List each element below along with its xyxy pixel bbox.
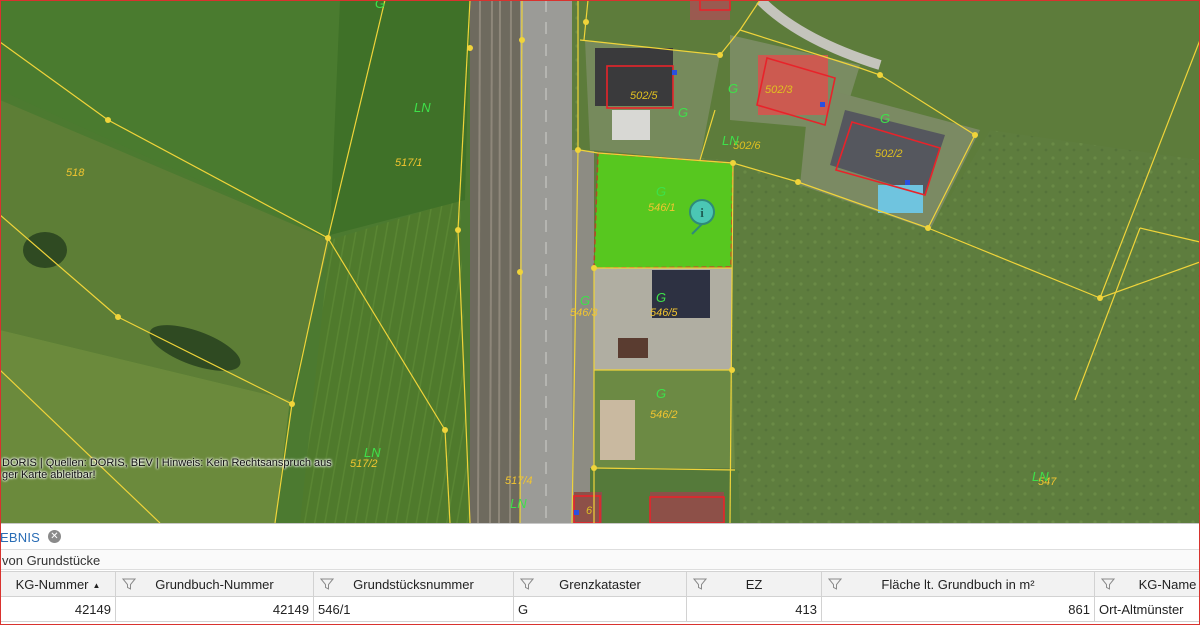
parcel-label: 546/5	[650, 307, 678, 319]
parcel-label: 546/3	[570, 307, 598, 319]
filter-icon[interactable]	[520, 577, 534, 591]
parcel-label: 546/1	[648, 202, 676, 214]
column-header-grundstuecksnummer[interactable]: Grundstücksnummer	[314, 572, 514, 597]
column-header-label: KG-Nummer	[16, 577, 89, 592]
column-header-grundbuch-nummer[interactable]: Grundbuch-Nummer	[116, 572, 314, 597]
aerial-map-canvas[interactable]: i	[0, 0, 1200, 523]
result-tab-bar: EBNIS ✕	[0, 524, 1200, 549]
column-header-label: Grundbuch-Nummer	[155, 577, 274, 592]
column-header-kg-name[interactable]: KG-Name	[1095, 572, 1200, 597]
land-use-label: G	[880, 111, 890, 126]
attribution-line: DORIS | Quellen: DORIS, BEV | Hinweis: K…	[2, 457, 332, 469]
table-row[interactable]: 42149 42149 546/1 G 413 861 Ort-Altmünst…	[1, 597, 1200, 622]
parcel-label: 546/2	[650, 409, 678, 421]
result-subtitle: von Grundstücke	[2, 553, 100, 568]
filter-icon[interactable]	[320, 577, 334, 591]
column-header-ez[interactable]: EZ	[687, 572, 822, 597]
land-use-label: LN	[510, 496, 527, 511]
land-use-label: G	[375, 0, 385, 11]
result-tab[interactable]: EBNIS	[0, 530, 40, 545]
filter-icon[interactable]	[1101, 577, 1115, 591]
land-use-label: LN	[364, 445, 381, 460]
cell-ez: 413	[687, 597, 822, 622]
result-table: KG-Nummer ▲ Grundbuch-Nummer Grundstücksn…	[0, 571, 1200, 622]
parcel-label: 517/4	[505, 475, 533, 487]
parcel-label: 502/2	[875, 148, 903, 160]
table-header-row: KG-Nummer ▲ Grundbuch-Nummer Grundstücksn…	[1, 572, 1200, 597]
column-header-label: EZ	[746, 577, 763, 592]
result-panel: EBNIS ✕ von Grundstücke KG-Nummer ▲ Grund…	[0, 523, 1200, 626]
cell-grundstuecksnummer: 546/1	[314, 597, 514, 622]
land-use-label: LN	[722, 133, 739, 148]
result-subtitle-bar: von Grundstücke	[0, 549, 1200, 570]
svg-text:i: i	[700, 205, 704, 220]
land-use-label: G	[656, 184, 666, 199]
cell-grundbuch-nummer: 42149	[116, 597, 314, 622]
column-header-label: Grenzkataster	[559, 577, 641, 592]
land-use-label: G	[678, 105, 688, 120]
parcel-label: 502/3	[765, 84, 793, 96]
attribution-line: ger Karte ableitbar!	[2, 469, 96, 481]
parcel-label: 517/1	[395, 157, 423, 169]
land-use-label: G	[728, 81, 738, 96]
column-header-kg-nummer[interactable]: KG-Nummer ▲	[1, 572, 116, 597]
cell-flaeche: 861	[822, 597, 1095, 622]
column-header-label: Fläche lt. Grundbuch in m²	[881, 577, 1034, 592]
parcel-label: 518	[66, 167, 85, 179]
filter-icon[interactable]	[122, 577, 136, 591]
map-attribution: DORIS | Quellen: DORIS, BEV | Hinweis: K…	[2, 457, 332, 481]
sort-ascending-icon[interactable]: ▲	[93, 581, 101, 590]
close-circle-icon[interactable]: ✕	[48, 530, 61, 543]
parcel-label: 6	[586, 505, 593, 517]
column-header-label: Grundstücksnummer	[353, 577, 474, 592]
parcel-label: 502/5	[630, 90, 658, 102]
land-use-label: G	[580, 293, 590, 308]
map-view[interactable]: i	[0, 0, 1200, 523]
filter-icon[interactable]	[693, 577, 707, 591]
land-use-label: G	[656, 290, 666, 305]
land-use-label: LN	[414, 100, 431, 115]
column-header-flaeche[interactable]: Fläche lt. Grundbuch in m²	[822, 572, 1095, 597]
cell-grenzkataster: G	[514, 597, 687, 622]
column-header-label: KG-Name	[1139, 577, 1197, 592]
land-use-label: G	[656, 386, 666, 401]
filter-icon[interactable]	[828, 577, 842, 591]
land-use-label: LN	[1032, 469, 1049, 484]
cell-kg-nummer: 42149	[1, 597, 116, 622]
column-header-grenzkataster[interactable]: Grenzkataster	[514, 572, 687, 597]
cell-kg-name: Ort-Altmünster	[1095, 597, 1200, 622]
